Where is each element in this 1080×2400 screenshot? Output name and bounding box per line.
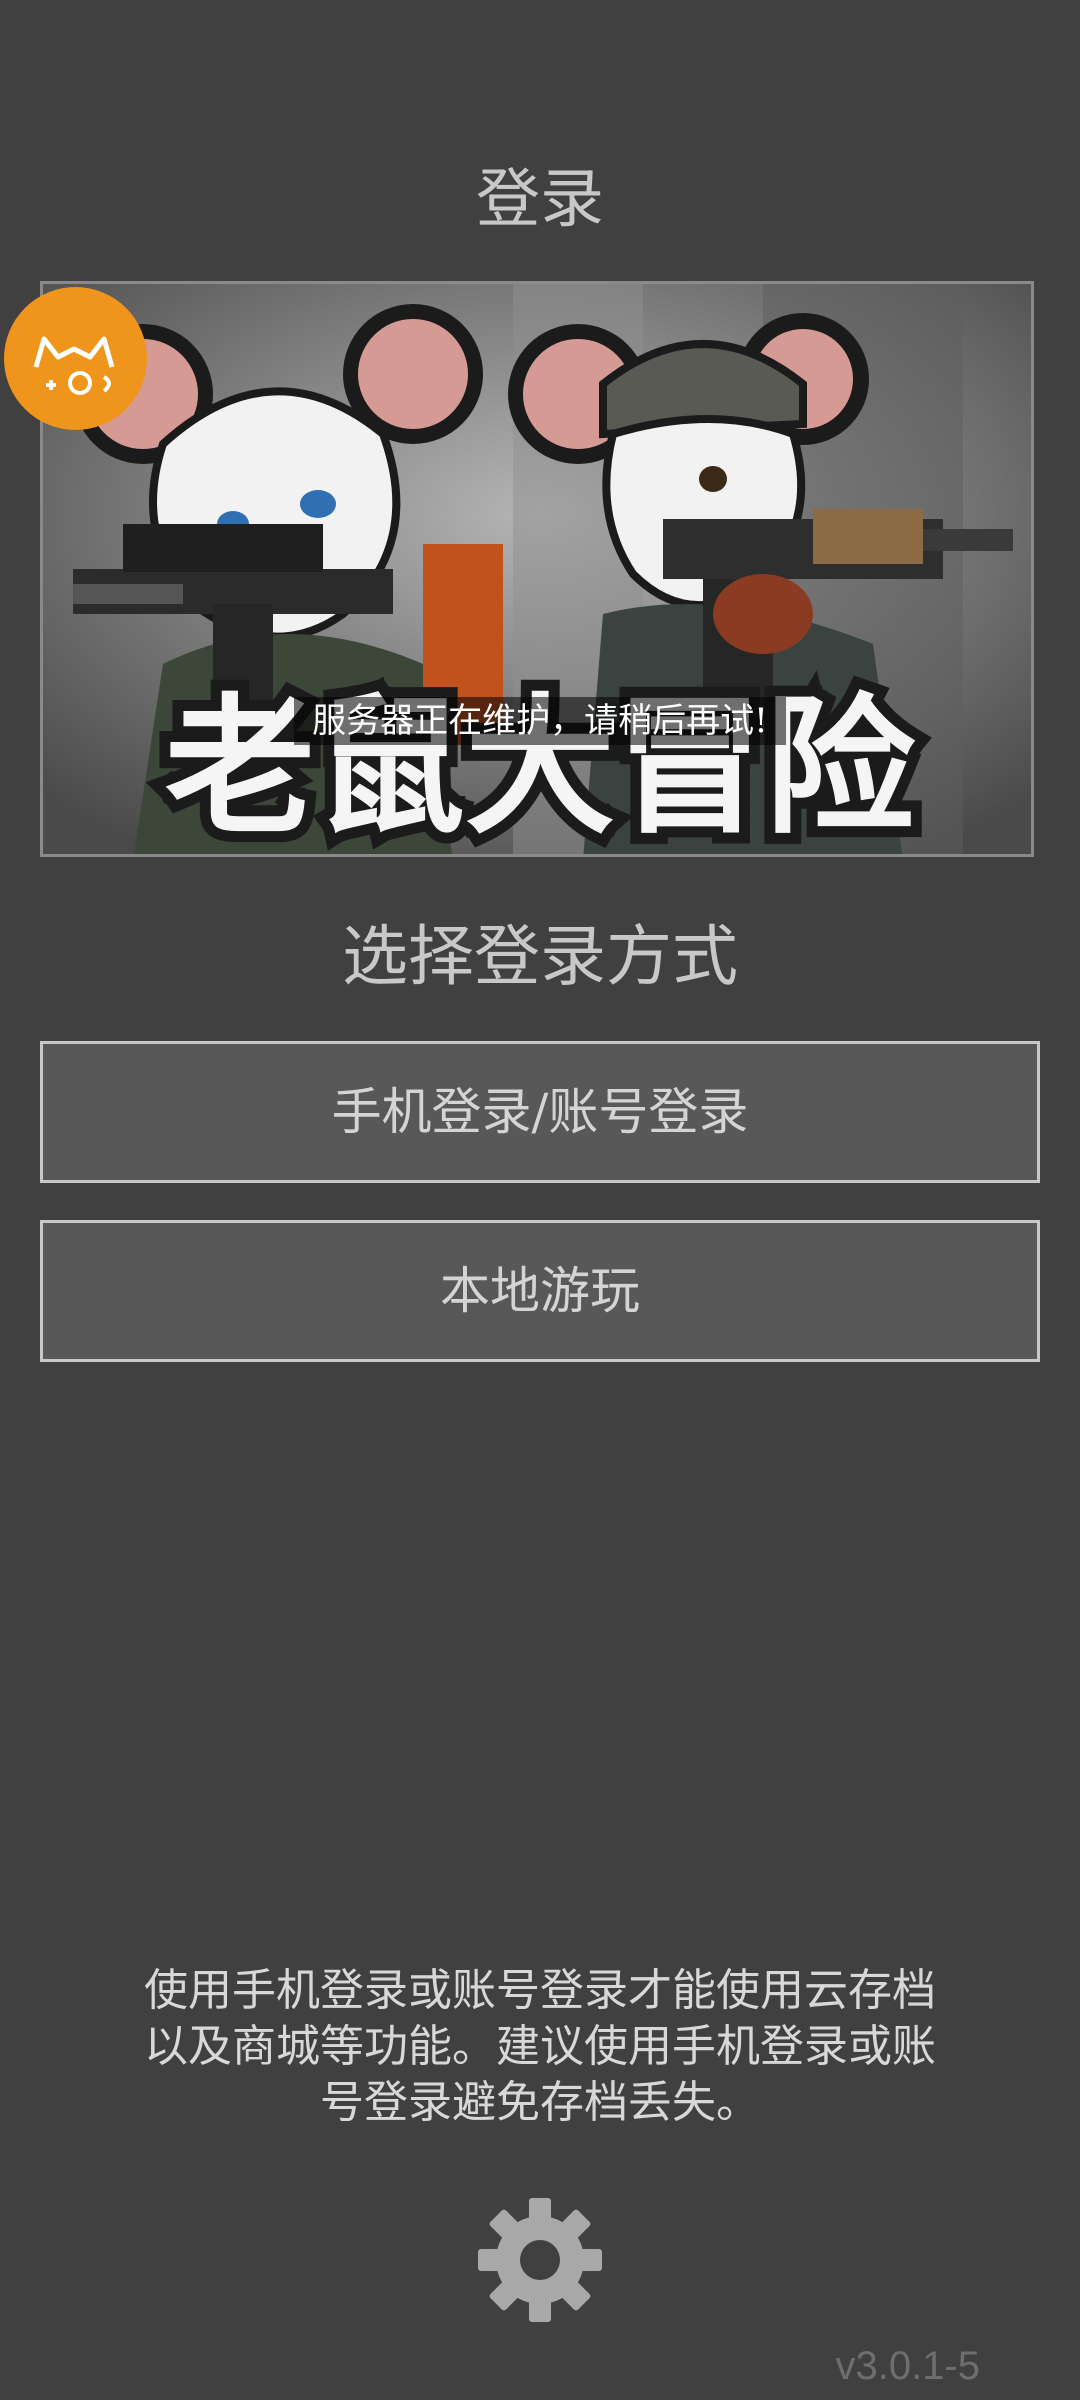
local-play-button[interactable]: 本地游玩: [40, 1220, 1040, 1362]
phone-login-button[interactable]: 手机登录/账号登录: [40, 1041, 1040, 1183]
banner-artwork: 老鼠大冒险 老鼠大冒险: [43, 284, 1031, 854]
cat-logo-icon: [4, 287, 147, 430]
maintenance-message: 服务器正在维护，请稍后再试!: [43, 696, 1031, 746]
game-banner: 老鼠大冒险 老鼠大冒险 服务器正在维护，请稍后再试!: [40, 281, 1034, 857]
login-method-heading: 选择登录方式: [342, 918, 738, 995]
notice-line: 号登录避免存档丢失。: [320, 2077, 760, 2128]
notice-line: 以及商城等功能。建议使用手机登录或账: [144, 2021, 936, 2072]
version-label: v3.0.1-5: [835, 2344, 980, 2388]
settings-gear-icon[interactable]: [470, 2190, 610, 2330]
login-notice: 使用手机登录或账号登录才能使用云存档 以及商城等功能。建议使用手机登录或账 号登…: [60, 1963, 1020, 2131]
notice-line: 使用手机登录或账号登录才能使用云存档: [144, 1965, 936, 2016]
page-title: 登录: [476, 163, 604, 237]
maintenance-message-text: 服务器正在维护，请稍后再试!: [294, 697, 786, 745]
